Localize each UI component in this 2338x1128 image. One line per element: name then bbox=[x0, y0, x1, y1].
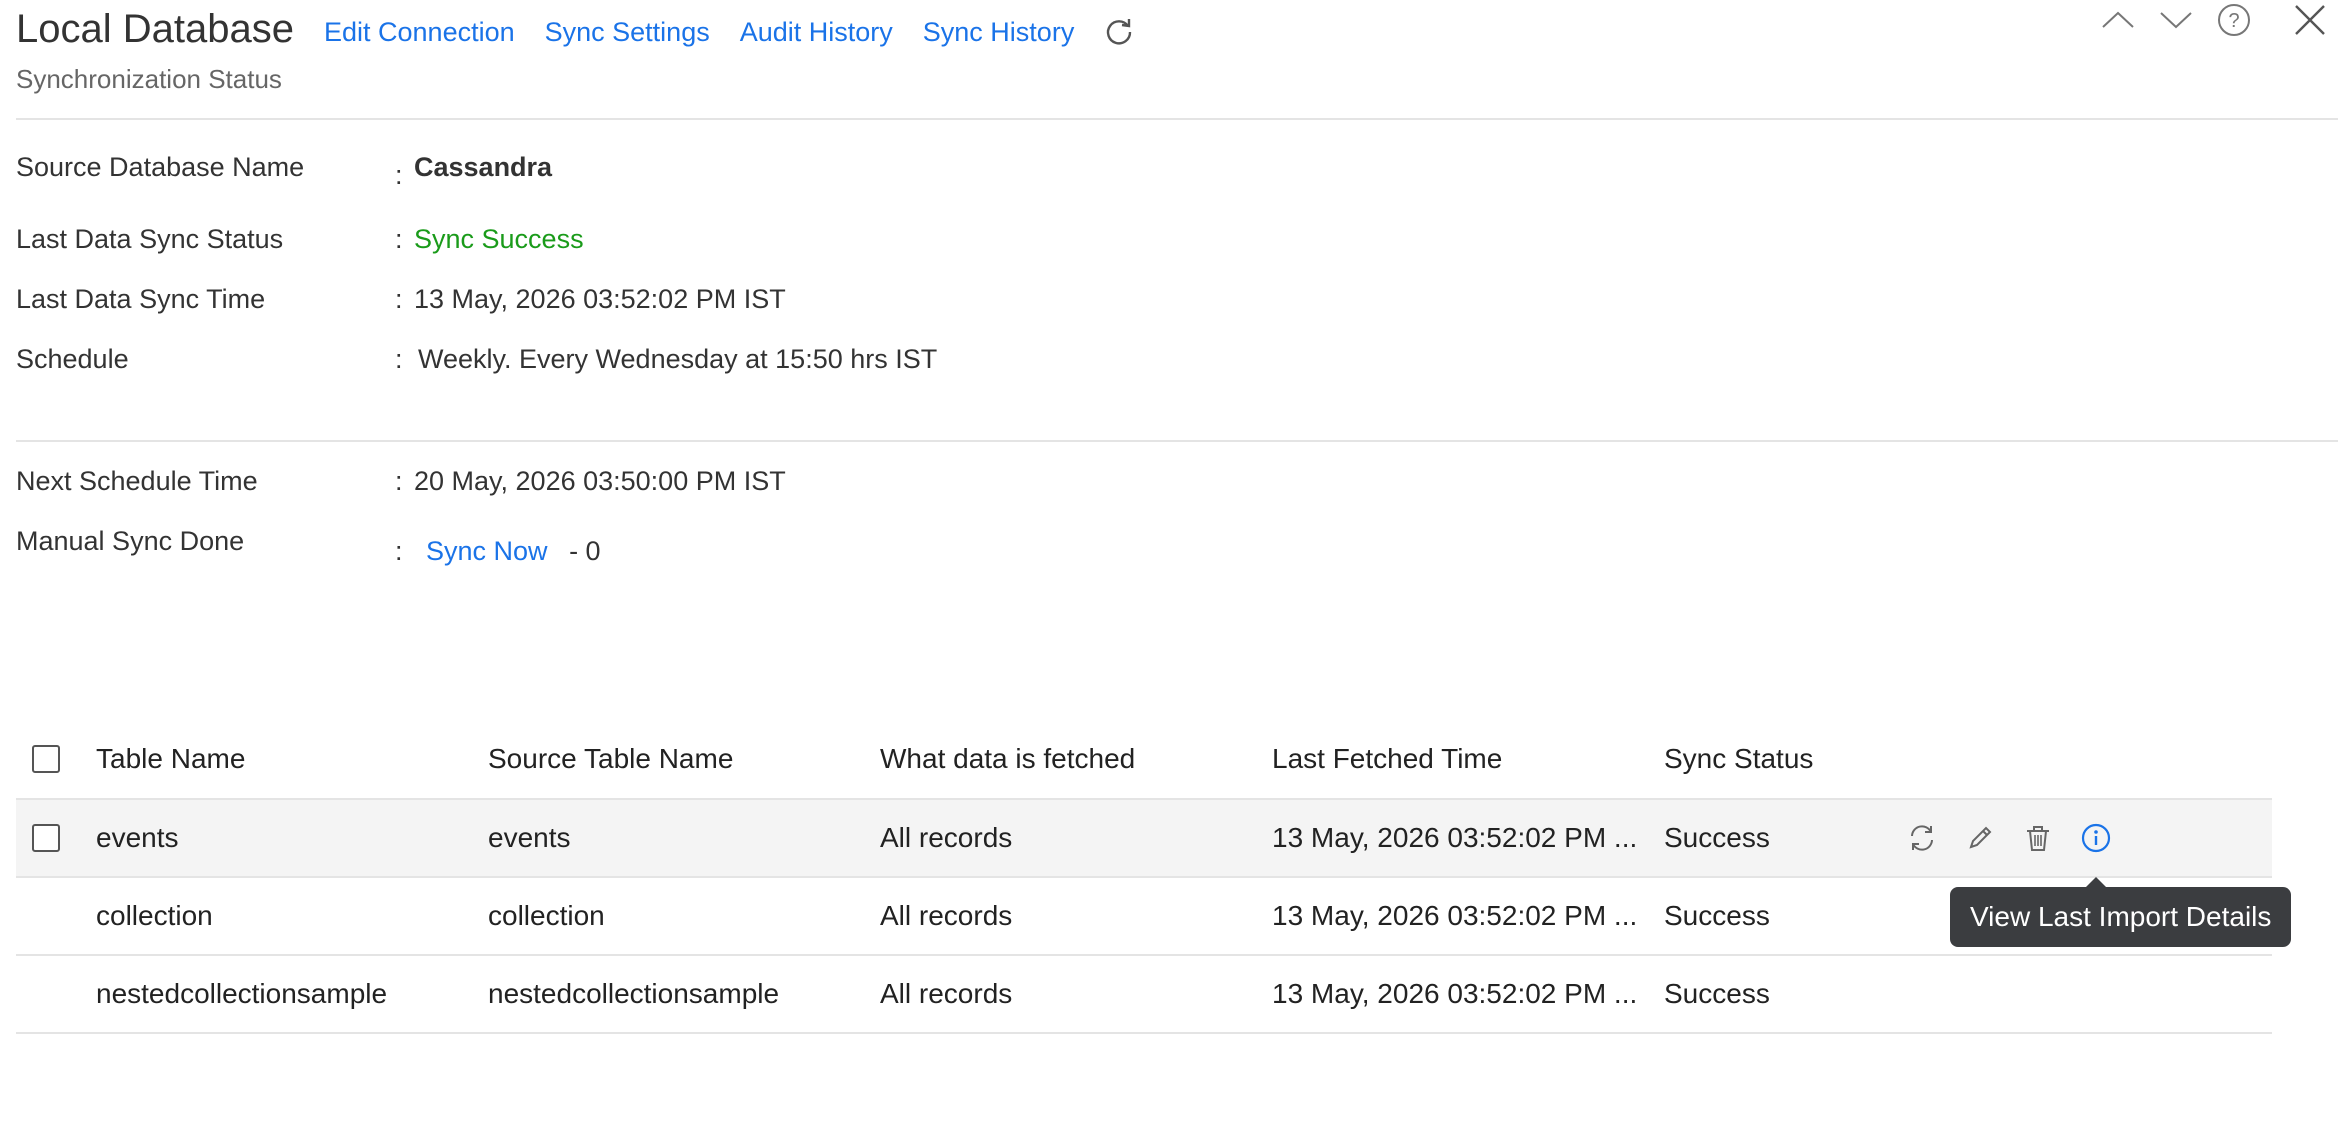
last-time-value: 13 May, 2026 03:52:02 PM IST bbox=[414, 284, 786, 314]
column-header: Last Fetched Time bbox=[1272, 743, 1503, 774]
header: Local Database Edit Connection Sync Sett… bbox=[16, 0, 2338, 118]
page-subtitle: Synchronization Status bbox=[16, 64, 282, 94]
column-header: What data is fetched bbox=[880, 743, 1136, 774]
column-header: Sync Status bbox=[1664, 743, 1814, 774]
last-time-label: Last Data Sync Time bbox=[16, 284, 266, 314]
row-checkbox-cell bbox=[16, 798, 96, 877]
header-divider bbox=[16, 118, 2338, 120]
row-actions bbox=[1904, 820, 2272, 856]
sync-now-link[interactable]: Sync Now bbox=[426, 536, 548, 566]
select-all-checkbox[interactable] bbox=[32, 745, 60, 773]
source-db-label: Source Database Name bbox=[16, 152, 305, 182]
sync-settings-link[interactable]: Sync Settings bbox=[545, 12, 710, 52]
refresh-icon[interactable] bbox=[1102, 15, 1136, 49]
row-checkbox-cell bbox=[16, 954, 96, 1034]
source-db-value: Cassandra bbox=[414, 152, 553, 182]
table-row[interactable]: nestedcollectionsample nestedcollections… bbox=[16, 954, 2272, 1034]
colon: : bbox=[395, 536, 403, 566]
source-table-cell: collection bbox=[488, 876, 880, 955]
chevron-up-icon[interactable] bbox=[2098, 0, 2138, 40]
manual-sync-label: Manual Sync Done bbox=[16, 526, 245, 556]
next-schedule-value: 20 May, 2026 03:50:00 PM IST bbox=[414, 466, 786, 496]
colon: : bbox=[395, 160, 403, 190]
sync-history-link[interactable]: Sync History bbox=[923, 12, 1075, 52]
schedule-label: Schedule bbox=[16, 344, 129, 374]
sync-status-cell: Success bbox=[1664, 876, 1904, 955]
tables-table: Table Name Source Table Name What data i… bbox=[16, 720, 2272, 1034]
actions-header bbox=[1904, 720, 2272, 799]
svg-text:?: ? bbox=[2228, 10, 2239, 32]
section-divider bbox=[16, 440, 2338, 442]
table-name-cell: nestedcollectionsample bbox=[96, 954, 488, 1034]
chevron-down-icon[interactable] bbox=[2156, 0, 2196, 40]
row-actions-cell bbox=[1904, 954, 2272, 1034]
last-fetched-cell: 13 May, 2026 03:52:02 PM ... bbox=[1272, 876, 1664, 955]
header-nav: Edit Connection Sync Settings Audit Hist… bbox=[324, 12, 1136, 52]
colon: : bbox=[395, 284, 403, 314]
column-header: Table Name bbox=[96, 743, 246, 774]
colon: : bbox=[395, 224, 403, 254]
row-checkbox[interactable] bbox=[32, 824, 60, 852]
close-icon[interactable] bbox=[2290, 0, 2330, 40]
trash-icon[interactable] bbox=[2020, 820, 2056, 856]
manual-sync-value: Sync Now - 0 bbox=[426, 536, 601, 567]
last-fetched-cell: 13 May, 2026 03:52:02 PM ... bbox=[1272, 798, 1664, 877]
last-status-value: Sync Success bbox=[414, 224, 584, 254]
source-table-cell: nestedcollectionsample bbox=[488, 954, 880, 1034]
data-fetched-cell: All records bbox=[880, 798, 1272, 877]
view-last-import-tooltip: View Last Import Details bbox=[1950, 877, 2292, 947]
select-all-cell bbox=[16, 720, 96, 799]
info-icon[interactable] bbox=[2078, 820, 2114, 856]
source-table-cell: events bbox=[488, 798, 880, 877]
table-row[interactable]: events events All records 13 May, 2026 0… bbox=[16, 798, 2272, 877]
window-controls: ? bbox=[2078, 0, 2338, 40]
last-status-label: Last Data Sync Status bbox=[16, 224, 284, 254]
edit-connection-link[interactable]: Edit Connection bbox=[324, 12, 515, 52]
last-fetched-cell: 13 May, 2026 03:52:02 PM ... bbox=[1272, 954, 1664, 1034]
data-fetched-cell: All records bbox=[880, 876, 1272, 955]
manual-sync-count: - 0 bbox=[569, 536, 601, 566]
next-schedule-label: Next Schedule Time bbox=[16, 466, 258, 496]
table-name-cell: events bbox=[96, 798, 488, 877]
page-title: Local Database bbox=[16, 7, 294, 51]
sync-icon[interactable] bbox=[1904, 820, 1940, 856]
sync-status-cell: Success bbox=[1664, 798, 1904, 877]
edit-icon[interactable] bbox=[1962, 820, 1998, 856]
schedule-value: Weekly. Every Wednesday at 15:50 hrs IST bbox=[418, 344, 938, 374]
colon: : bbox=[395, 344, 403, 374]
help-icon[interactable]: ? bbox=[2214, 0, 2254, 40]
table-name-cell: collection bbox=[96, 876, 488, 955]
table-row[interactable]: collection collection All records 13 May… bbox=[16, 876, 2272, 955]
row-checkbox-cell bbox=[16, 876, 96, 955]
data-fetched-cell: All records bbox=[880, 954, 1272, 1034]
table-header-row: Table Name Source Table Name What data i… bbox=[16, 720, 2272, 799]
colon: : bbox=[395, 466, 403, 496]
column-header: Source Table Name bbox=[488, 743, 734, 774]
sync-status-cell: Success bbox=[1664, 954, 1904, 1034]
audit-history-link[interactable]: Audit History bbox=[740, 12, 893, 52]
row-actions-cell bbox=[1904, 798, 2272, 877]
